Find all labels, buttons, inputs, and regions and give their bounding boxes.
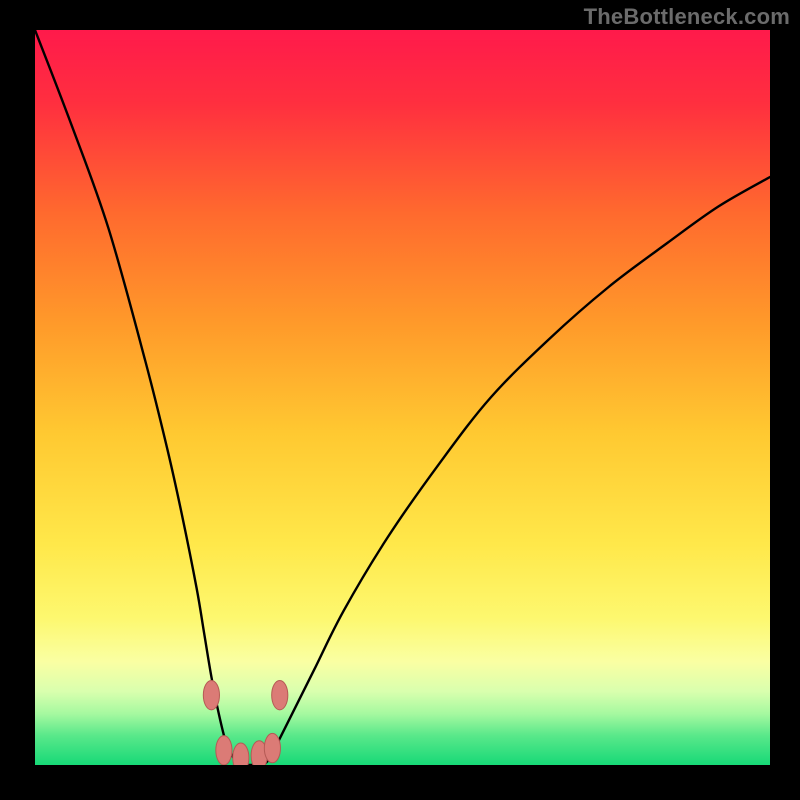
watermark-text: TheBottleneck.com [584, 4, 790, 30]
bead-marker [264, 733, 280, 762]
bead-marker [203, 680, 219, 709]
bead-marker [233, 743, 249, 765]
bead-marker [272, 680, 288, 709]
bead-marker [216, 736, 232, 765]
stage: TheBottleneck.com [0, 0, 800, 800]
gradient-background [35, 30, 770, 765]
chart-plot-area [35, 30, 770, 765]
bottleneck-chart [35, 30, 770, 765]
